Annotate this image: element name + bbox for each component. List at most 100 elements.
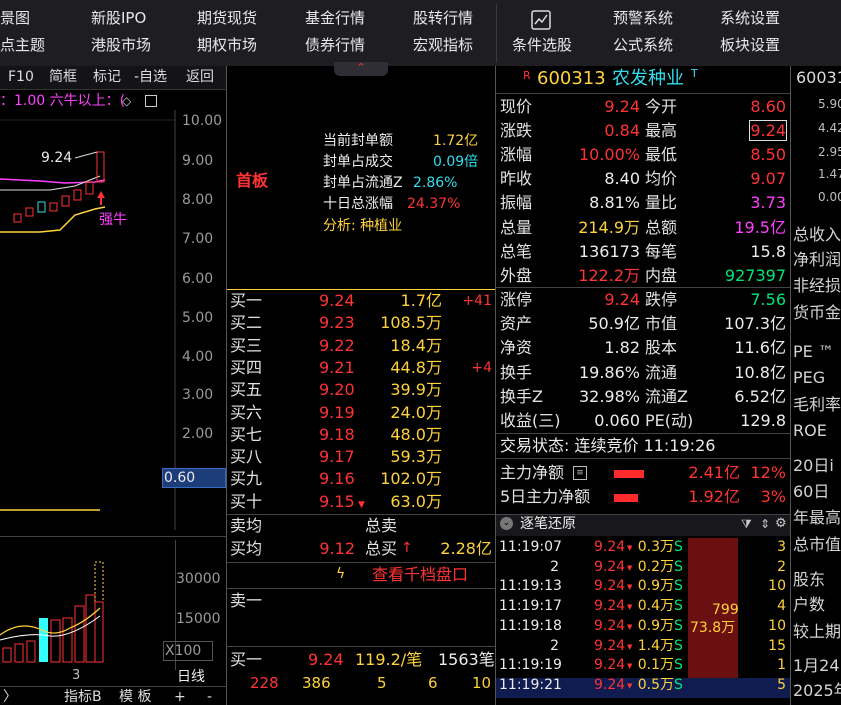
f10-button[interactable]: F10 bbox=[8, 70, 34, 84]
tick-volume: 0.1万 bbox=[637, 657, 674, 674]
menu-divider bbox=[496, 4, 497, 62]
lightning-icon: ϟ bbox=[336, 566, 346, 582]
back-button[interactable]: 返回 bbox=[186, 70, 214, 84]
tick-down-arrow-icon: ▼ bbox=[627, 544, 633, 552]
quote-value: 0.060 bbox=[594, 411, 640, 430]
tick-time: 11:19:18 bbox=[499, 617, 562, 634]
right-item: 年最高 bbox=[793, 508, 841, 527]
tab-remove[interactable]: - bbox=[207, 690, 212, 704]
mark-button[interactable]: 标记 bbox=[93, 70, 121, 84]
right-item: 股东 bbox=[793, 570, 826, 589]
buy-total-value: 2.28亿 bbox=[440, 539, 492, 558]
info-value-1: 0.09倍 bbox=[433, 154, 479, 170]
bid-label: 买八 bbox=[230, 447, 263, 467]
right-item: 净利润 bbox=[793, 250, 841, 269]
menu-sector[interactable]: 板块设置 bbox=[720, 38, 780, 53]
right-item: 总收入 bbox=[793, 225, 841, 244]
menu-alert[interactable]: 预警系统 bbox=[613, 11, 673, 26]
down-arrow-icon: ▼ bbox=[358, 500, 365, 510]
bid-label: 买五 bbox=[230, 380, 263, 400]
list-icon[interactable]: ≡ bbox=[573, 466, 587, 480]
bid-change: +4 bbox=[471, 359, 492, 376]
tick-down-arrow-icon: ▼ bbox=[627, 603, 633, 612]
stock-tag: R bbox=[523, 69, 531, 82]
diamond-icon[interactable]: ◇ bbox=[122, 94, 131, 108]
bid-price: 9.22 bbox=[319, 335, 355, 355]
window-icon[interactable] bbox=[145, 95, 157, 107]
tab-indicator-b[interactable]: 指标B bbox=[64, 690, 102, 704]
menu-stock-screen[interactable]: 条件选股 bbox=[512, 38, 572, 53]
bid-label: 买一 bbox=[230, 291, 263, 310]
tick-price: 9.24 bbox=[594, 578, 626, 595]
tab-more[interactable]: 〉 bbox=[3, 690, 17, 704]
stock-name[interactable]: 农发种业 bbox=[612, 70, 684, 88]
sort-icon[interactable]: ⇕ bbox=[760, 517, 770, 531]
queue-4: 10 bbox=[472, 674, 492, 692]
quote-value: 107.3亿 bbox=[724, 314, 786, 334]
info-label-1: 封单占成交 bbox=[323, 154, 393, 170]
quote-value: 6.52亿 bbox=[734, 386, 786, 406]
quote-value: 0.84 bbox=[604, 121, 640, 141]
menu-macro[interactable]: 宏观指标 bbox=[413, 38, 473, 53]
quote-label: 总量 bbox=[500, 217, 533, 237]
price-axis-7: 7.00 bbox=[182, 231, 214, 247]
big-order-bar bbox=[688, 538, 738, 698]
quote-label: 总笔 bbox=[500, 241, 533, 261]
remove-watchlist-button[interactable]: -自选 bbox=[134, 70, 167, 84]
buy-total-label: 总买 bbox=[365, 539, 398, 558]
volume-axis-15000: 15000 bbox=[176, 611, 221, 627]
bid-volume: 1.7亿 bbox=[400, 291, 442, 310]
quote-value: 9.24 bbox=[604, 290, 640, 309]
price-axis-9: 9.00 bbox=[182, 153, 214, 169]
tick-volume: 0.4万 bbox=[637, 598, 674, 615]
tab-template[interactable]: 模 板 bbox=[119, 690, 151, 704]
tick-side: S bbox=[674, 637, 683, 654]
industry-analysis[interactable]: 分析: 种植业 bbox=[323, 219, 402, 233]
menu-fund[interactable]: 基金行情 bbox=[305, 11, 365, 26]
tick-time: 2 bbox=[550, 558, 559, 575]
period-label[interactable]: 日线 bbox=[177, 670, 205, 684]
stock-screen-icon[interactable] bbox=[531, 10, 551, 30]
settings-gear-icon[interactable]: ⚙ bbox=[775, 516, 787, 531]
volume-divider bbox=[0, 536, 226, 537]
menu-ipo[interactable]: 新股IPO bbox=[91, 11, 146, 26]
tick-side: S bbox=[674, 539, 683, 555]
bid-price: 9.20 bbox=[319, 380, 355, 400]
right-item: PEG bbox=[793, 368, 826, 387]
menu-theme[interactable]: 点主题 bbox=[0, 38, 45, 53]
tab-add[interactable]: + bbox=[174, 690, 186, 704]
indicator-text: ：1.00 六牛以上：( bbox=[0, 93, 126, 109]
collapse-tick-icon[interactable]: ⌄ bbox=[500, 517, 513, 530]
tick-volume: 0.9万 bbox=[637, 617, 674, 634]
view-level10-button[interactable]: 查看千档盘口 bbox=[372, 567, 468, 583]
avg-divider bbox=[227, 514, 495, 515]
quote-mid-divider bbox=[496, 287, 790, 288]
menu-futures[interactable]: 期货现货 bbox=[197, 11, 257, 26]
buy1-per-order: 119.2/笔 bbox=[355, 650, 423, 669]
menu-options[interactable]: 期权市场 bbox=[197, 38, 257, 53]
quote-value: 8.60 bbox=[750, 97, 786, 116]
chart-mid-divider bbox=[226, 66, 227, 705]
menu-settings[interactable]: 系统设置 bbox=[720, 11, 780, 26]
frame-button[interactable]: 简框 bbox=[49, 70, 77, 84]
volume-axis-30000: 30000 bbox=[176, 571, 221, 587]
tick-price: 9.24 bbox=[594, 598, 626, 615]
bid-price: 9.24 bbox=[319, 291, 355, 310]
quote-value: 10.8亿 bbox=[734, 362, 786, 382]
tick-side: S bbox=[674, 558, 683, 575]
quote-label: 收益(三) bbox=[500, 411, 561, 430]
tick-time: 11:19:19 bbox=[499, 657, 562, 674]
queue-2: 5 bbox=[377, 674, 387, 692]
menu-scene[interactable]: 景图 bbox=[0, 11, 30, 26]
menu-bond[interactable]: 债券行情 bbox=[305, 38, 365, 53]
menu-neeq[interactable]: 股转行情 bbox=[413, 11, 473, 26]
menu-hk[interactable]: 港股市场 bbox=[91, 38, 151, 53]
sell1-queue-label: 卖一 bbox=[230, 591, 263, 610]
bid-volume: 63.0万 bbox=[390, 491, 442, 511]
menu-formula[interactable]: 公式系统 bbox=[613, 38, 673, 53]
filter-icon[interactable]: ⧩ bbox=[741, 517, 752, 532]
collapse-button[interactable]: ⌃ bbox=[334, 62, 388, 76]
price-axis-10: 10.00 bbox=[182, 113, 223, 129]
bid-label: 买九 bbox=[230, 469, 263, 489]
right-axis-3: 1.47 bbox=[818, 167, 841, 181]
